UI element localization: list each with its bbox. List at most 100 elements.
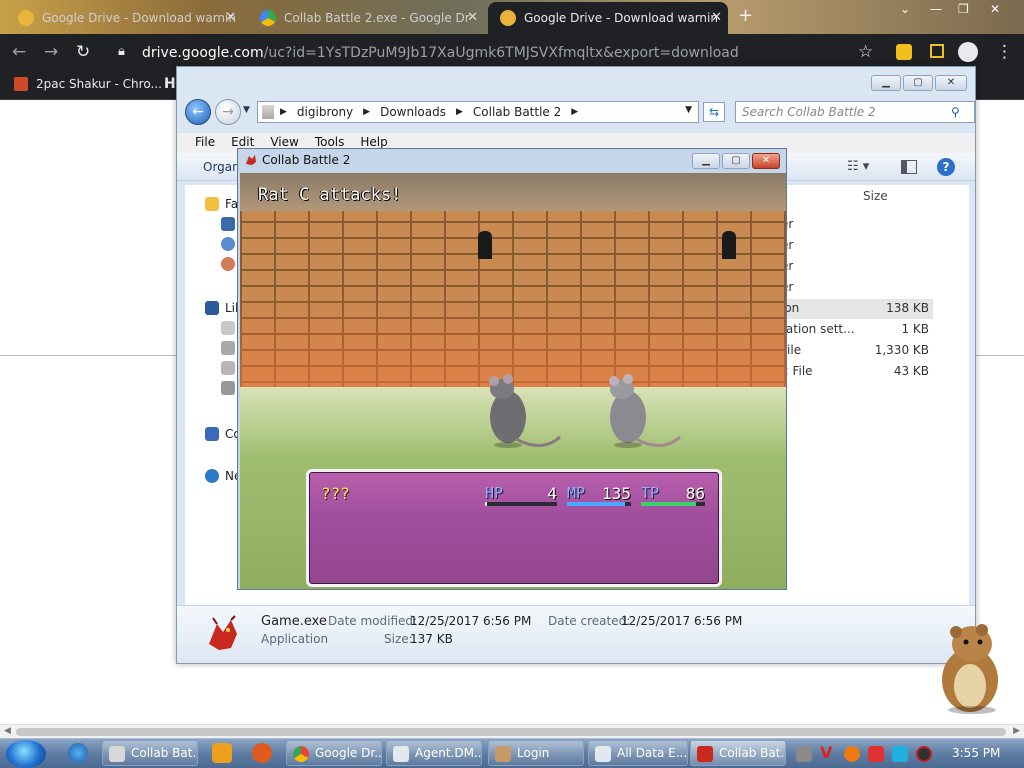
- table-row[interactable]: er: [777, 257, 933, 277]
- close-button[interactable]: ✕: [752, 153, 780, 169]
- close-icon[interactable]: ✕: [711, 10, 722, 25]
- nav-desktop[interactable]: [221, 217, 235, 231]
- search-icon[interactable]: ⚲: [951, 105, 960, 119]
- nav-library-item[interactable]: [221, 321, 235, 335]
- nav-downloads[interactable]: [221, 237, 235, 251]
- table-row[interactable]: er: [777, 215, 933, 235]
- nav-recent[interactable]: [221, 257, 235, 271]
- taskbar-item-label: Google Dr...: [315, 746, 382, 760]
- internet-explorer-icon[interactable]: [68, 743, 88, 763]
- hamster-desktop-pet[interactable]: [930, 616, 1010, 716]
- maximize-button[interactable]: ▢: [903, 75, 933, 91]
- close-icon[interactable]: ✕: [225, 10, 236, 25]
- more-menu-icon[interactable]: ⋮: [996, 42, 1013, 62]
- browser-tab-3[interactable]: Google Drive - Download warnin ✕: [488, 2, 728, 34]
- antivirus-icon[interactable]: V: [820, 743, 836, 762]
- recent-places-icon: [221, 257, 235, 271]
- network-tray-icon[interactable]: [892, 746, 908, 762]
- taskbar-clock[interactable]: 3:55 PM: [952, 746, 1000, 760]
- view-options-icon[interactable]: ☷ ▾: [847, 159, 869, 174]
- profile-avatar-icon[interactable]: [958, 42, 978, 62]
- bookmark-label: 2pac Shakur - Chro...: [36, 77, 162, 91]
- date-modified-value: 12/25/2017 6:56 PM: [410, 614, 532, 628]
- horizontal-scrollbar[interactable]: ◀ ▶: [0, 724, 1024, 738]
- taskbar-item-label: All Data E...: [617, 746, 688, 760]
- taskbar-item[interactable]: Collab Bat...: [690, 740, 786, 766]
- nav-library-item[interactable]: [221, 381, 235, 395]
- nav-library-item[interactable]: [221, 361, 235, 375]
- table-row[interactable]: er: [777, 236, 933, 256]
- minimize-button[interactable]: ▁: [871, 75, 901, 91]
- nav-computer[interactable]: Co: [205, 427, 241, 441]
- media-player-icon[interactable]: [212, 743, 232, 763]
- maximize-button[interactable]: ▢: [722, 153, 750, 169]
- taskbar-item[interactable]: All Data E...: [588, 740, 688, 766]
- breadcrumb-item[interactable]: Downloads: [380, 105, 446, 119]
- tray-app-icon[interactable]: [796, 746, 812, 762]
- rat-enemy-sprite[interactable]: [592, 363, 682, 453]
- chevron-right-icon: ▶: [280, 107, 287, 117]
- bookmark-item[interactable]: 2pac Shakur - Chro...: [14, 77, 162, 91]
- app-launcher-icon[interactable]: [252, 743, 272, 763]
- bookmark-favicon-icon: [14, 77, 28, 91]
- start-button[interactable]: [6, 740, 46, 768]
- table-row[interactable]: er: [777, 278, 933, 298]
- bookmark-item[interactable]: H: [164, 76, 176, 92]
- menu-file[interactable]: File: [187, 133, 223, 153]
- help-icon[interactable]: ?: [937, 158, 955, 176]
- table-row[interactable]: 2 File 43 KB: [777, 362, 933, 382]
- address-bar[interactable]: drive.google.com/uc?id=1YsTDzPuM9Jb17XaU…: [142, 40, 846, 66]
- breadcrumb[interactable]: ▶ digibrony ▶ Downloads ▶ Collab Battle …: [257, 101, 699, 123]
- search-tray-icon[interactable]: [844, 746, 860, 762]
- minimize-button[interactable]: ▁: [692, 153, 720, 169]
- volume-icon[interactable]: [916, 746, 932, 762]
- browser-tab-2[interactable]: Collab Battle 2.exe - Google Dr ✕: [248, 2, 484, 34]
- flag-icon[interactable]: [868, 746, 884, 762]
- actor-name[interactable]: ???: [321, 484, 350, 503]
- restore-icon[interactable]: ❐: [958, 2, 969, 16]
- refresh-icon[interactable]: ⇆: [703, 102, 725, 122]
- nav-favorites[interactable]: Fa: [205, 197, 238, 211]
- table-row[interactable]: ion 138 KB: [777, 299, 933, 319]
- scroll-left-icon[interactable]: ◀: [4, 726, 11, 736]
- forward-arrow-icon[interactable]: →: [44, 42, 58, 62]
- rat-enemy-sprite[interactable]: [472, 363, 562, 453]
- taskbar-item[interactable]: Google Dr...: [286, 740, 382, 766]
- breadcrumb-item[interactable]: Collab Battle 2: [473, 105, 561, 119]
- taskbar-item[interactable]: Collab Bat...: [102, 740, 198, 766]
- chevron-down-icon[interactable]: ⌄: [900, 2, 910, 16]
- scrollbar-thumb[interactable]: [16, 728, 1006, 736]
- size-column-header[interactable]: Size: [863, 189, 888, 203]
- forward-button[interactable]: →: [215, 99, 241, 125]
- window-icon: [595, 746, 611, 762]
- lock-icon[interactable]: 🔒︎: [118, 44, 125, 59]
- new-tab-icon[interactable]: +: [738, 5, 753, 26]
- taskbar-item[interactable]: Login: [488, 740, 584, 766]
- bookmark-star-icon[interactable]: ☆: [858, 42, 873, 62]
- window-close-icon[interactable]: ✕: [990, 2, 1000, 16]
- extensions-icon[interactable]: [896, 44, 912, 60]
- preview-pane-icon[interactable]: [901, 160, 917, 174]
- battle-scene[interactable]: Rat C attacks! ??? HP 4 MP 135 TP 86: [240, 173, 786, 589]
- recent-pages-chevron-icon[interactable]: ▼: [243, 105, 250, 115]
- file-size: 1 KB: [901, 322, 929, 336]
- nav-network[interactable]: Ne: [205, 469, 241, 483]
- table-row[interactable]: File 1,330 KB: [777, 341, 933, 361]
- nav-library-item[interactable]: [221, 341, 235, 355]
- sidebar-icon[interactable]: [930, 44, 944, 58]
- minimize-icon[interactable]: —: [930, 2, 942, 16]
- back-arrow-icon[interactable]: ←: [12, 42, 26, 62]
- search-input[interactable]: Search Collab Battle 2: [735, 101, 975, 123]
- reload-icon[interactable]: ↻: [76, 42, 90, 62]
- table-row[interactable]: ration sett... 1 KB: [777, 320, 933, 340]
- scroll-right-icon[interactable]: ▶: [1013, 726, 1020, 736]
- address-dropdown-icon[interactable]: ▼: [685, 105, 692, 115]
- breadcrumb-item[interactable]: digibrony: [297, 105, 353, 119]
- close-icon[interactable]: ✕: [467, 10, 478, 25]
- folder-icon: [262, 105, 274, 119]
- file-size: 138 KB: [886, 301, 929, 315]
- taskbar-item[interactable]: Agent.DM...: [386, 740, 482, 766]
- browser-tab-1[interactable]: Google Drive - Download warnin ✕: [6, 2, 242, 34]
- back-button[interactable]: ←: [185, 99, 211, 125]
- close-button[interactable]: ✕: [935, 75, 967, 91]
